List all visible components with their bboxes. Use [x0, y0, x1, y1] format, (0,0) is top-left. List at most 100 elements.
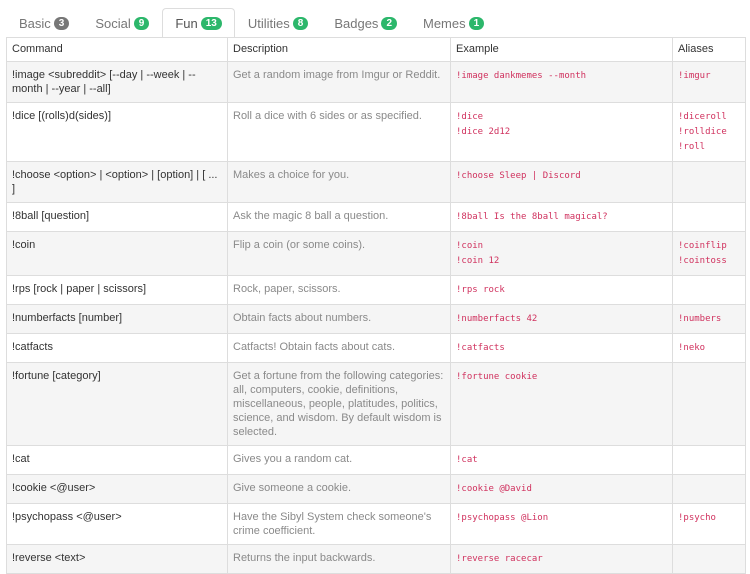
- command-cell: !8ball [question]: [6, 202, 228, 232]
- example-code: !cookie @David: [456, 484, 532, 494]
- tab-count-badge: 3: [53, 17, 70, 30]
- example-code: !coin 12: [456, 256, 500, 266]
- tab-basic[interactable]: Basic 3: [6, 9, 82, 37]
- tab-label: Badges: [334, 16, 379, 31]
- tab-count-badge: 13: [200, 17, 222, 30]
- description-cell: Ask the magic 8 ball a question.: [227, 202, 451, 232]
- example-code: !psychopass @Lion: [456, 513, 549, 523]
- header-aliases: Aliases: [672, 37, 746, 62]
- tab-count-badge: 2: [381, 17, 397, 30]
- tab-label: Social: [95, 16, 131, 31]
- example-cell: !8ball Is the 8ball magical?: [450, 202, 673, 232]
- tab-social[interactable]: Social 9: [82, 9, 162, 37]
- category-tabs: Basic 3 Social 9 Fun 13 Utilities 8 Badges 2 Memes…: [6, 8, 744, 38]
- description-cell: Flip a coin (or some coins).: [227, 231, 451, 276]
- example-cell: !dice !dice 2d12: [450, 102, 673, 162]
- table-row: !image <subreddit> [--day | --week | --m…: [6, 61, 746, 103]
- tab-memes[interactable]: Memes 1: [410, 9, 497, 37]
- table-row: !numberfacts [number] Obtain facts about …: [6, 304, 746, 334]
- aliases-cell: [672, 202, 746, 232]
- tab-fun[interactable]: Fun 13: [162, 8, 235, 38]
- command-cell: !cat: [6, 445, 228, 475]
- tab-label: Fun: [175, 16, 198, 31]
- aliases-cell: [672, 474, 746, 504]
- command-cell: !reverse <text>: [6, 544, 228, 574]
- example-cell: !psychopass @Lion: [450, 503, 673, 545]
- description-cell: Give someone a cookie.: [227, 474, 451, 504]
- aliases-cell: !imgur: [672, 61, 746, 103]
- tab-badges[interactable]: Badges 2: [321, 9, 410, 37]
- command-cell: !coin: [6, 231, 228, 276]
- tab-utilities[interactable]: Utilities 8: [235, 9, 321, 37]
- example-code: !coin: [456, 241, 484, 251]
- example-cell: !reverse racecar: [450, 544, 673, 574]
- example-cell: !rps rock: [450, 275, 673, 305]
- header-command: Command: [6, 37, 228, 62]
- command-cell: !fortune [category]: [6, 362, 228, 446]
- example-cell: !fortune cookie: [450, 362, 673, 446]
- commands-table: Command Description Example Aliases !ima…: [6, 37, 746, 574]
- example-cell: !coin !coin 12: [450, 231, 673, 276]
- description-cell: Get a fortune from the following categor…: [227, 362, 451, 446]
- command-cell: !rps [rock | paper | scissors]: [6, 275, 228, 305]
- tab-count-badge: 8: [292, 17, 309, 30]
- table-row: !choose <option> | <option> | [option] |…: [6, 161, 746, 203]
- description-cell: Gives you a random cat.: [227, 445, 451, 475]
- aliases-cell: [672, 362, 746, 446]
- example-code: !dice 2d12: [456, 127, 511, 137]
- table-row: !reverse <text> Returns the input backwar…: [6, 544, 746, 574]
- aliases-cell: !psycho: [672, 503, 746, 545]
- tab-count-badge: 9: [133, 17, 150, 30]
- command-cell: !dice [(rolls)d(sides)]: [6, 102, 228, 162]
- command-cell: !image <subreddit> [--day | --week | --m…: [6, 61, 228, 103]
- tab-label: Memes: [423, 16, 466, 31]
- table-row: !catfacts Catfacts! Obtain facts about ca…: [6, 333, 746, 363]
- description-cell: Rock, paper, scissors.: [227, 275, 451, 305]
- example-code: !catfacts: [456, 343, 505, 353]
- aliases-cell: [672, 275, 746, 305]
- command-cell: !psychopass <@user>: [6, 503, 228, 545]
- description-cell: Returns the input backwards.: [227, 544, 451, 574]
- description-cell: Catfacts! Obtain facts about cats.: [227, 333, 451, 363]
- alias-code: !psycho: [678, 513, 716, 523]
- table-row: !cat Gives you a random cat. !cat: [6, 445, 746, 475]
- alias-code: !diceroll: [678, 112, 727, 122]
- table-row: !rps [rock | paper | scissors] Rock, pape…: [6, 275, 746, 305]
- example-cell: !cat: [450, 445, 673, 475]
- example-code: !rps rock: [456, 285, 505, 295]
- description-cell: Roll a dice with 6 sides or as specified…: [227, 102, 451, 162]
- description-cell: Makes a choice for you.: [227, 161, 451, 203]
- alias-code: !cointoss: [678, 256, 727, 266]
- tab-label: Basic: [19, 16, 51, 31]
- aliases-cell: [672, 544, 746, 574]
- table-row: !coin Flip a coin (or some coins). !coin !c…: [6, 231, 746, 276]
- example-code: !8ball Is the 8ball magical?: [456, 212, 608, 222]
- example-code: !fortune cookie: [456, 372, 538, 382]
- table-row: !dice [(rolls)d(sides)] Roll a dice with …: [6, 102, 746, 162]
- header-description: Description: [227, 37, 451, 62]
- table-row: !cookie <@user> Give someone a cookie. !co…: [6, 474, 746, 504]
- command-cell: !catfacts: [6, 333, 228, 363]
- example-cell: !choose Sleep | Discord: [450, 161, 673, 203]
- example-cell: !cookie @David: [450, 474, 673, 504]
- example-cell: !image dankmemes --month: [450, 61, 673, 103]
- alias-code: !numbers: [678, 314, 722, 324]
- alias-code: !neko: [678, 343, 706, 353]
- command-cell: !cookie <@user>: [6, 474, 228, 504]
- description-cell: Obtain facts about numbers.: [227, 304, 451, 334]
- aliases-cell: !coinflip !cointoss: [672, 231, 746, 276]
- alias-code: !imgur: [678, 71, 711, 81]
- alias-code: !roll: [678, 142, 706, 152]
- command-cell: !numberfacts [number]: [6, 304, 228, 334]
- table-row: !fortune [category] Get a fortune from th…: [6, 362, 746, 446]
- example-code: !reverse racecar: [456, 554, 543, 564]
- aliases-cell: [672, 161, 746, 203]
- aliases-cell: !numbers: [672, 304, 746, 334]
- example-cell: !catfacts: [450, 333, 673, 363]
- description-cell: Get a random image from Imgur or Reddit.: [227, 61, 451, 103]
- example-code: !dice: [456, 112, 484, 122]
- table-row: !psychopass <@user> Have the Sibyl System…: [6, 503, 746, 545]
- example-code: !choose Sleep | Discord: [456, 171, 581, 181]
- aliases-cell: !diceroll !rolldice !roll: [672, 102, 746, 162]
- aliases-cell: !neko: [672, 333, 746, 363]
